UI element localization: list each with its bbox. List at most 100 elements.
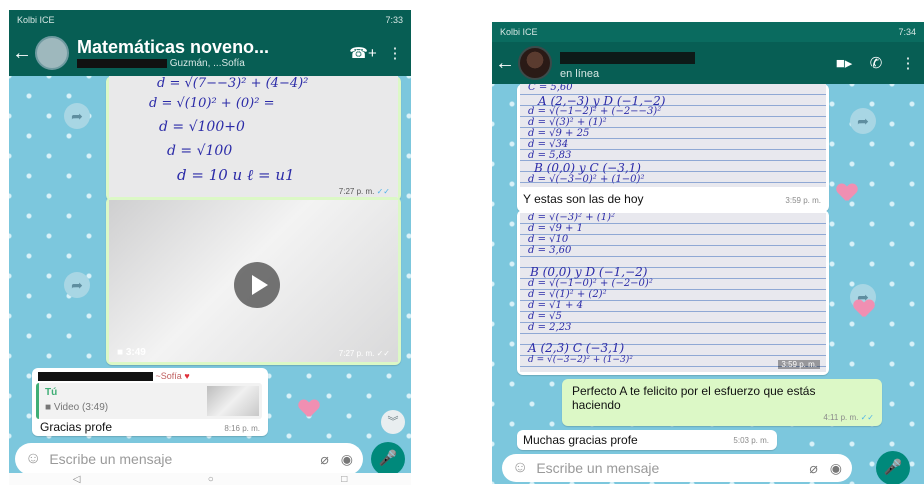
attach-icon[interactable]: ⌀ <box>320 451 328 468</box>
status-bar: Kolbi ICE 7:34 <box>492 22 924 42</box>
heart-decoration <box>299 400 319 418</box>
nav-back-icon[interactable]: ◁ <box>73 474 81 485</box>
message-time: 4:11 p. m. ✓✓ <box>823 413 874 422</box>
nav-recents-icon[interactable]: □ <box>341 474 347 485</box>
outgoing-message[interactable]: Perfecto A te felicito por el esfuerzo q… <box>562 379 882 426</box>
notes-line: d = √(−3−0)² + (1−0)² <box>528 174 645 185</box>
message-time: 8:16 p. m. <box>224 424 260 433</box>
image-message[interactable]: d = √(−3)² + (1)² d = √9 + 1 d = √10 d =… <box>517 210 829 375</box>
back-arrow-icon[interactable]: ← <box>492 52 518 75</box>
notes-line: d = √34 <box>528 139 569 150</box>
contact-name <box>560 47 828 68</box>
reply-message[interactable]: ~Sofía ♥ Tú ■ Video (3:49) Gracias profe… <box>32 368 268 436</box>
handwritten-photo: d = √(7−−3)² + (4−4)² d = √(10)² + (0)² … <box>109 76 398 198</box>
work-line: d = √(7−−3)² + (4−4)² <box>157 76 309 91</box>
camera-icon[interactable]: ◉ <box>830 460 842 477</box>
work-line: d = √100+0 <box>159 119 245 135</box>
notes-line: d = √(−1−0)² + (−2−0)² <box>528 278 653 289</box>
chat-subtitle: Guzmán, ...Sofía <box>77 58 347 69</box>
chat-title-area[interactable]: Matemáticas noveno... Guzmán, ...Sofía <box>77 37 347 69</box>
image-with-caption-message[interactable]: C = 5,60 A (2,−3) y D (−1,−2) d = √(−1−2… <box>517 84 829 212</box>
read-ticks-icon: ✓✓ <box>376 187 390 196</box>
incoming-message[interactable]: Muchas gracias profe 5:03 p. m. <box>517 430 777 450</box>
message-time: 5:03 p. m. <box>733 436 769 445</box>
camera-icon[interactable]: ◉ <box>341 451 353 468</box>
message-time: 7:27 p. m. ✓✓ <box>338 349 390 358</box>
mic-icon[interactable]: 🎤 <box>876 451 910 484</box>
chat-header: ← en línea ■▸ ✆ ⋮ <box>492 42 924 84</box>
notes-line: d = √9 + 1 <box>528 223 583 234</box>
message-input[interactable]: ☺ Escribe un mensaje ⌀ ◉ <box>502 454 852 482</box>
scroll-down-icon[interactable]: ︾ <box>381 410 405 434</box>
message-text: Muchas gracias profe <box>523 433 638 447</box>
carrier-label: Kolbi ICE <box>500 27 538 37</box>
more-icon[interactable]: ⋮ <box>379 44 411 62</box>
right-phone-screenshot: Kolbi ICE 7:34 ← en línea ■▸ ✆ ⋮ ➦ ➦ C =… <box>492 22 924 484</box>
input-placeholder: Escribe un mensaje <box>536 460 660 476</box>
redacted-names <box>77 58 167 68</box>
notes-line: d = √(1)² + (2)² <box>528 289 607 300</box>
participants-text: Guzmán, ...Sofía <box>169 58 245 69</box>
notes-line: d = √5 <box>528 311 562 322</box>
forward-icon[interactable]: ➦ <box>64 103 90 129</box>
quoted-author: Tú <box>45 387 58 398</box>
more-icon[interactable]: ⋮ <box>892 54 924 72</box>
redacted-contact-name <box>560 51 695 64</box>
work-line: d = √100 <box>167 143 233 159</box>
notebook-photo: C = 5,60 A (2,−3) y D (−1,−2) d = √(−1−2… <box>520 84 826 187</box>
left-phone-screenshot: Kolbi ICE 7:33 ← Matemáticas noveno... G… <box>9 10 411 485</box>
notes-line: d = √(−1−2)² + (−2−−3)² <box>528 106 662 117</box>
chat-title-area[interactable]: en línea <box>560 47 828 80</box>
image-message[interactable]: d = √(7−−3)² + (4−4)² d = √(10)² + (0)² … <box>106 76 401 201</box>
chat-status: en línea <box>560 67 600 80</box>
chat-title: Matemáticas noveno... <box>77 37 270 57</box>
sender-line: ~Sofía ♥ <box>38 371 190 382</box>
read-ticks-icon: ✓✓ <box>860 413 874 422</box>
group-avatar[interactable] <box>35 36 69 70</box>
notes-line: d = √9 + 25 <box>528 128 590 139</box>
work-line: d = √(10)² + (0)² = <box>149 96 275 111</box>
emoji-icon[interactable]: ☺ <box>512 459 528 477</box>
notes-line: d = 3,60 <box>528 245 572 256</box>
add-call-icon[interactable]: ☎+ <box>347 44 379 62</box>
notes-line: d = √10 <box>528 234 569 245</box>
mic-icon[interactable]: 🎤 <box>371 442 405 476</box>
message-time: 3:59 p. m. <box>778 360 820 369</box>
system-nav-bar: ◁ ○ □ <box>9 473 411 485</box>
nav-home-icon[interactable]: ○ <box>208 474 214 485</box>
message-time: 7:27 p. m. ✓✓ <box>338 187 390 196</box>
redacted-sender <box>38 372 153 382</box>
notes-line: A (2,3) C (−3,1) <box>528 341 625 355</box>
quoted-message[interactable]: Tú ■ Video (3:49) <box>36 383 262 419</box>
notes-line: d = √(3)² + (1)² <box>528 117 607 128</box>
notes-line: d = √(−3−2)² + (1−3)² <box>528 355 633 365</box>
caption-text: Y estas son las de hoy <box>523 192 644 206</box>
back-arrow-icon[interactable]: ← <box>9 42 35 65</box>
video-message[interactable]: ■ 3:49 7:27 p. m. ✓✓ <box>106 197 401 365</box>
notebook-photo: d = √(−3)² + (1)² d = √9 + 1 d = √10 d =… <box>520 213 826 372</box>
notes-line: d = √1 + 4 <box>528 300 583 311</box>
status-bar: Kolbi ICE 7:33 <box>9 10 411 30</box>
message-text: Gracias profe <box>40 420 113 434</box>
read-ticks-icon: ✓✓ <box>376 349 390 358</box>
video-thumbnail: ■ 3:49 7:27 p. m. ✓✓ <box>109 200 398 362</box>
message-text: Perfecto A te felicito por el esfuerzo q… <box>572 384 816 412</box>
status-time: 7:33 <box>385 15 403 25</box>
play-icon[interactable] <box>234 262 280 308</box>
attach-icon[interactable]: ⌀ <box>809 460 817 477</box>
heart-decoration <box>837 184 857 202</box>
message-input[interactable]: ☺ Escribe un mensaje ⌀ ◉ <box>15 443 363 475</box>
quoted-thumbnail <box>207 386 259 416</box>
carrier-label: Kolbi ICE <box>17 15 55 25</box>
notes-line: B (0,0) y C (−3,1) <box>534 161 641 175</box>
chat-header: ← Matemáticas noveno... Guzmán, ...Sofía… <box>9 30 411 76</box>
forward-icon[interactable]: ➦ <box>850 108 876 134</box>
quoted-text: ■ Video (3:49) <box>45 402 109 413</box>
heart-decoration <box>854 300 874 318</box>
video-call-icon[interactable]: ■▸ <box>828 54 860 72</box>
contact-avatar[interactable] <box>518 46 552 80</box>
emoji-icon[interactable]: ☺ <box>25 450 41 468</box>
notes-line: d = 5,83 <box>528 150 572 161</box>
phone-icon[interactable]: ✆ <box>860 54 892 72</box>
forward-icon[interactable]: ➦ <box>64 272 90 298</box>
